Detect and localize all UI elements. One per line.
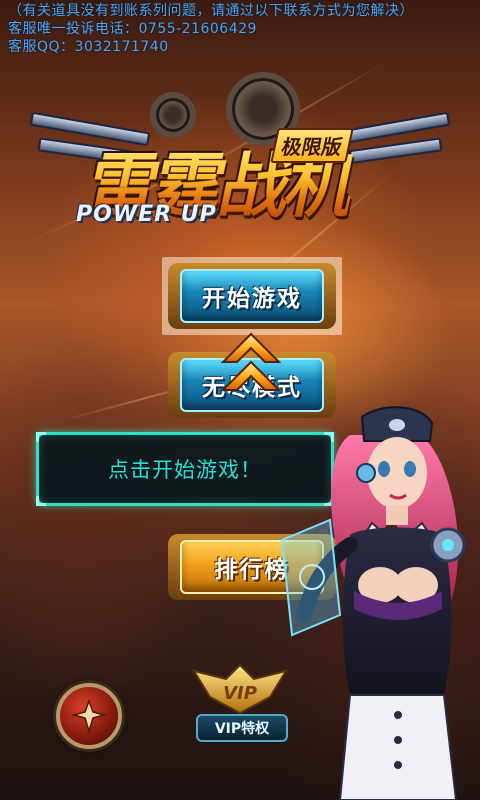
logo-subtitle: POWER UP — [76, 202, 217, 227]
start-game-button[interactable]: 开始游戏 — [168, 263, 336, 329]
plane-emblem-button[interactable] — [56, 683, 122, 749]
tooltip-corner — [36, 432, 46, 442]
start-game-label: 开始游戏 — [202, 286, 302, 312]
game-menu-screen: （有关道具没有到账系列问题，请通过以下联系方式为您解决） 客服唯一投诉电话：07… — [0, 0, 480, 800]
stewardess-character — [280, 406, 466, 800]
notice-line-1: （有关道具没有到账系列问题，请通过以下联系方式为您解决） — [8, 3, 414, 19]
leaderboard-label: 排行榜 — [214, 557, 290, 583]
vip-badge-text: VIP — [223, 683, 257, 704]
logo-edition-badge: 极限版 — [270, 128, 354, 163]
vip-privilege-button[interactable]: VIP特权 — [196, 714, 288, 742]
double-chevron-up-icon — [221, 332, 281, 391]
vip-wings-icon: VIP — [191, 663, 289, 715]
game-logo: 雷霆战机 极限版 POWER UP — [29, 70, 451, 250]
notice-line-3: 客服QQ：3032171740 — [8, 39, 169, 55]
support-notice: （有关道具没有到账系列问题，请通过以下联系方式为您解决） 客服唯一投诉电话：07… — [8, 2, 414, 56]
notice-line-2: 客服唯一投诉电话：0755-21606429 — [8, 21, 257, 37]
tooltip-text: 点击开始游戏！ — [108, 458, 262, 482]
plane-emblem-icon — [71, 698, 107, 734]
tooltip-corner — [36, 496, 46, 506]
